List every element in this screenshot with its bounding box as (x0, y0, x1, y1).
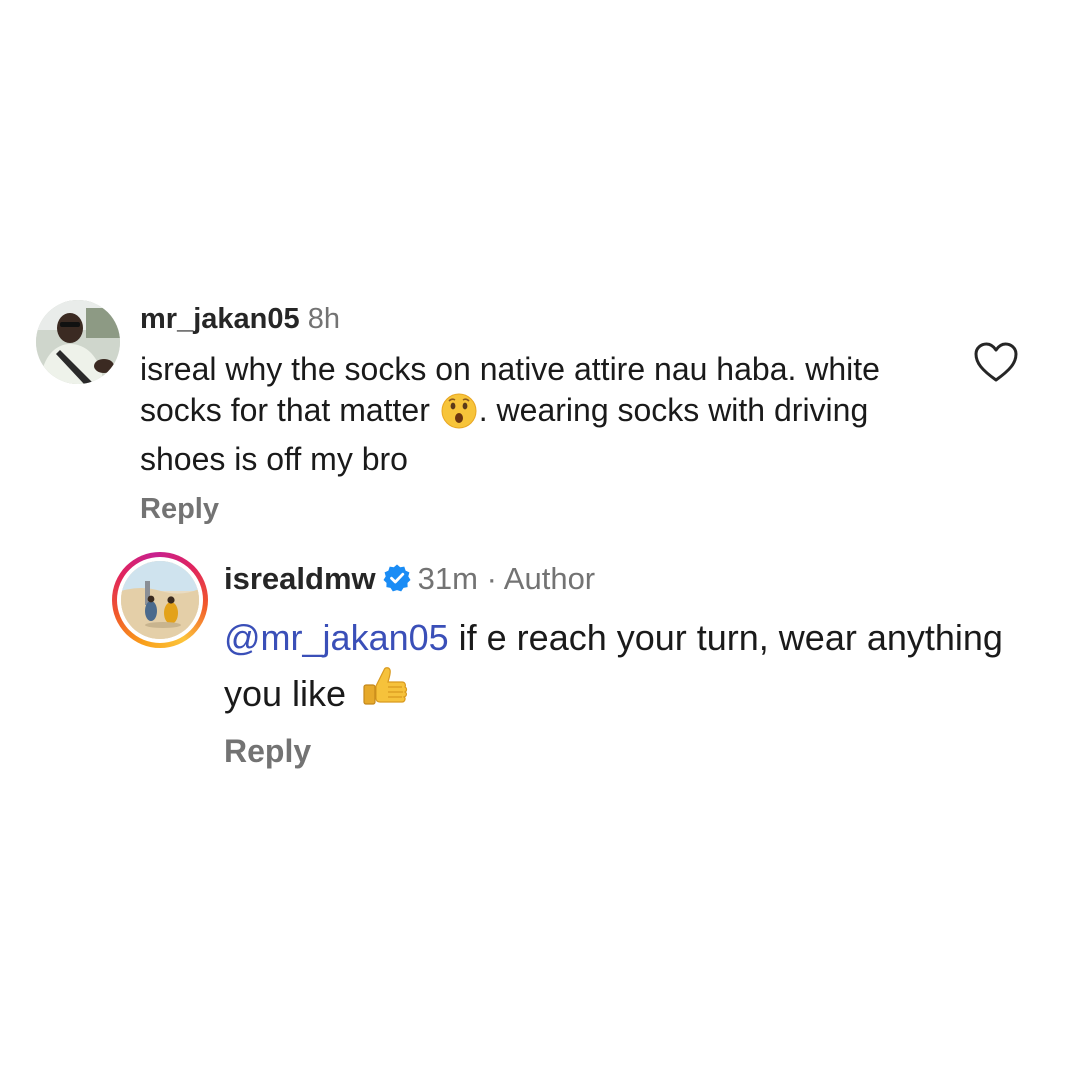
separator-dot: · (486, 561, 497, 596)
heart-outline-icon (974, 342, 1018, 382)
author-label: Author (503, 561, 596, 596)
mention-link[interactable]: @mr_jakan05 (224, 617, 449, 658)
username[interactable]: isrealdmw (224, 561, 376, 596)
avatar-photo-icon (36, 300, 120, 384)
thumbs-up-emoji-icon (358, 662, 410, 726)
story-ring[interactable] (112, 552, 208, 648)
timestamp: 31m (417, 561, 478, 596)
timestamp: 8h (307, 303, 340, 335)
like-button[interactable] (972, 340, 1020, 389)
hushed-face-emoji-icon (441, 393, 477, 439)
comment-header: isrealdmw 31m · Author (224, 562, 595, 600)
avatar[interactable] (36, 300, 120, 384)
avatar[interactable] (121, 561, 199, 639)
avatar-photo-icon (121, 561, 199, 639)
reply-button[interactable]: Reply (224, 733, 311, 770)
comment-header: mr_jakan05 8h (140, 302, 340, 336)
comment-text: @mr_jakan05 if e reach your turn, wear a… (224, 613, 1004, 726)
reply-button[interactable]: Reply (140, 493, 219, 526)
verified-badge-icon (382, 563, 412, 600)
username[interactable]: mr_jakan05 (140, 303, 300, 335)
comment-text: isreal why the socks on native attire na… (140, 349, 940, 480)
